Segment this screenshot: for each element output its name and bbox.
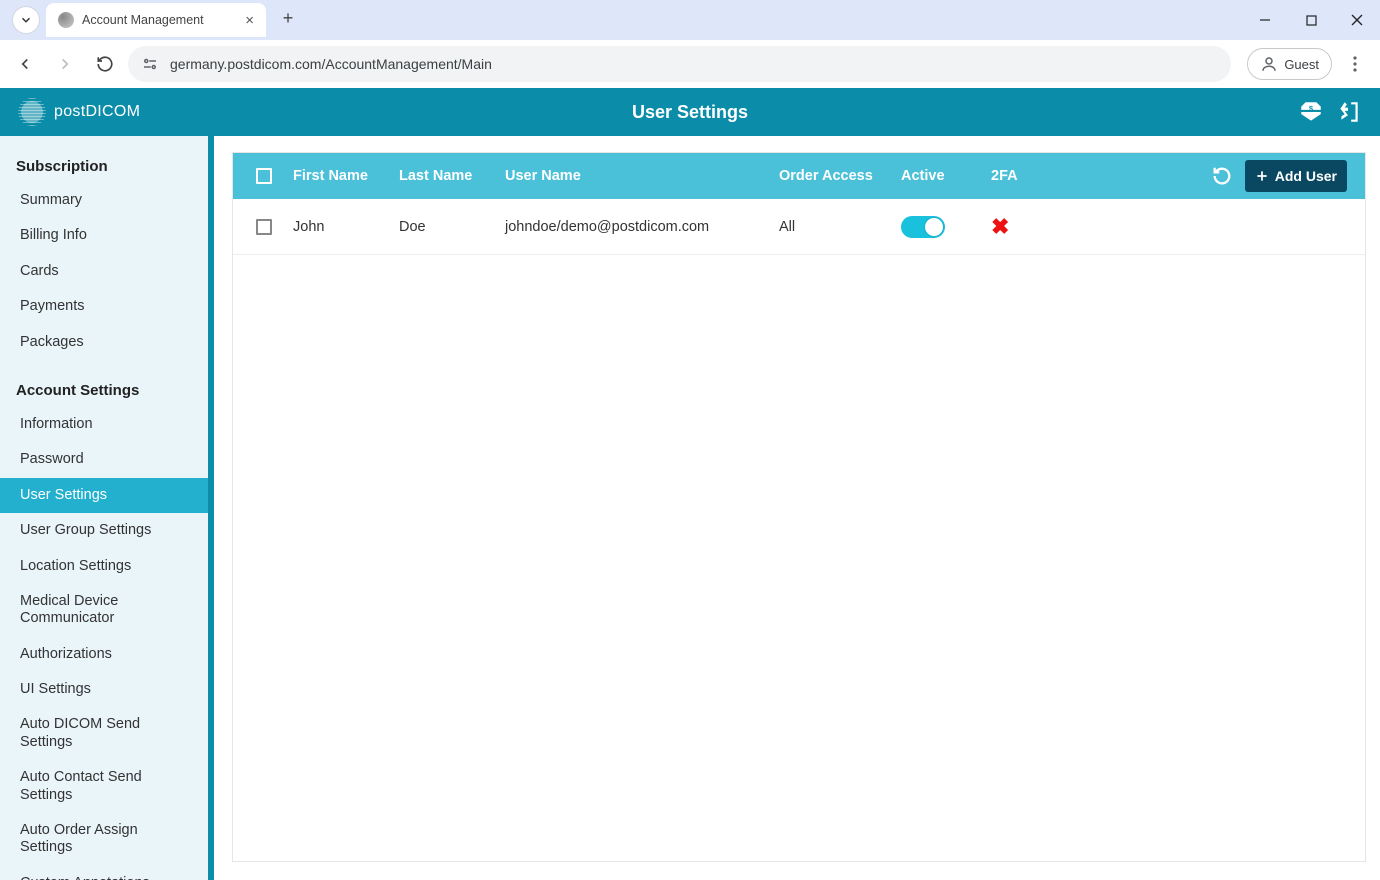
billing-icon[interactable]: $	[1298, 99, 1324, 125]
profile-chip[interactable]: Guest	[1247, 48, 1332, 80]
tab-strip-left: Account Management × +	[6, 0, 302, 40]
page-title: User Settings	[632, 102, 748, 123]
brand-logo[interactable]: postDICOM	[18, 98, 140, 126]
window-controls	[1242, 0, 1380, 40]
nav-reload-button[interactable]	[88, 47, 122, 81]
sidebar-item-user-group-settings[interactable]: User Group Settings	[0, 513, 214, 548]
browser-toolbar: germany.postdicom.com/AccountManagement/…	[0, 40, 1380, 88]
browser-tab[interactable]: Account Management ×	[46, 3, 266, 37]
tab-search-button[interactable]	[12, 6, 40, 34]
x-icon: ✖	[991, 214, 1075, 240]
cell-user-name: johndoe/demo@postdicom.com	[497, 219, 771, 235]
table-row[interactable]: JohnDoejohndoe/demo@postdicom.comAll ✖	[233, 199, 1365, 255]
table-header: First Name Last Name User Name Order Acc…	[233, 153, 1365, 199]
app-body: Subscription SummaryBilling InfoCardsPay…	[0, 136, 1380, 880]
app: postDICOM User Settings $ Subscription S…	[0, 88, 1380, 880]
sidebar-item-summary[interactable]: Summary	[0, 183, 214, 218]
sidebar-item-custom-annotations[interactable]: Custom Annotations	[0, 866, 214, 880]
sidebar-item-auto-dicom-send-settings[interactable]: Auto DICOM Send Settings	[0, 707, 214, 760]
active-toggle[interactable]	[901, 216, 945, 238]
sidebar-item-authorizations[interactable]: Authorizations	[0, 637, 214, 672]
refresh-button[interactable]	[1207, 161, 1237, 191]
address-bar[interactable]: germany.postdicom.com/AccountManagement/…	[128, 46, 1231, 82]
browser-chrome: Account Management × + germany.postdicom…	[0, 0, 1380, 88]
col-active[interactable]: Active	[893, 168, 983, 184]
window-close-button[interactable]	[1334, 0, 1380, 40]
col-first-name[interactable]: First Name	[285, 168, 391, 184]
add-user-button[interactable]: Add User	[1245, 160, 1347, 192]
cell-order-access: All	[771, 219, 893, 235]
brand-name: postDICOM	[54, 103, 140, 121]
tab-close-icon[interactable]: ×	[245, 13, 254, 28]
sidebar-item-payments[interactable]: Payments	[0, 289, 214, 324]
sidebar-item-location-settings[interactable]: Location Settings	[0, 549, 214, 584]
sidebar-item-password[interactable]: Password	[0, 442, 214, 477]
site-settings-icon[interactable]	[140, 54, 160, 74]
col-2fa[interactable]: 2FA	[983, 168, 1083, 184]
cell-active	[893, 216, 983, 238]
nav-back-button[interactable]	[8, 47, 42, 81]
sidebar: Subscription SummaryBilling InfoCardsPay…	[0, 136, 214, 880]
sidebar-item-medical-device-communicator[interactable]: Medical Device Communicator	[0, 584, 214, 637]
browser-menu-button[interactable]	[1338, 47, 1372, 81]
sidebar-item-packages[interactable]: Packages	[0, 325, 214, 360]
cell-first-name: John	[285, 219, 391, 235]
nav-forward-button[interactable]	[48, 47, 82, 81]
brand-logo-icon	[18, 98, 46, 126]
header-checkbox-cell	[243, 168, 285, 184]
add-user-label: Add User	[1275, 168, 1337, 184]
logout-icon[interactable]	[1336, 99, 1362, 125]
profile-label: Guest	[1284, 57, 1319, 72]
header-icons: $	[1298, 99, 1362, 125]
sidebar-item-auto-order-assign-settings[interactable]: Auto Order Assign Settings	[0, 813, 214, 866]
tab-title: Account Management	[82, 13, 237, 27]
col-user-name[interactable]: User Name	[497, 168, 771, 184]
cell-last-name: Doe	[391, 219, 497, 235]
sidebar-item-cards[interactable]: Cards	[0, 254, 214, 289]
header-actions: Add User	[1199, 160, 1355, 192]
sidebar-item-auto-contact-send-settings[interactable]: Auto Contact Send Settings	[0, 760, 214, 813]
cell-2fa: ✖	[983, 214, 1083, 240]
url-text: germany.postdicom.com/AccountManagement/…	[170, 56, 492, 72]
sidebar-section-subscription: Subscription	[0, 136, 214, 183]
users-panel: First Name Last Name User Name Order Acc…	[232, 152, 1366, 862]
new-tab-button[interactable]: +	[274, 5, 302, 33]
tab-strip: Account Management × +	[0, 0, 1380, 40]
select-all-checkbox[interactable]	[256, 168, 272, 184]
sidebar-item-user-settings[interactable]: User Settings	[0, 478, 214, 513]
window-maximize-button[interactable]	[1288, 0, 1334, 40]
sidebar-item-billing-info[interactable]: Billing Info	[0, 218, 214, 253]
sidebar-section-account-settings: Account Settings	[0, 360, 214, 407]
window-minimize-button[interactable]	[1242, 0, 1288, 40]
sidebar-item-information[interactable]: Information	[0, 407, 214, 442]
col-order-access[interactable]: Order Access	[771, 168, 893, 184]
col-last-name[interactable]: Last Name	[391, 168, 497, 184]
row-checkbox-cell	[243, 219, 285, 235]
app-header: postDICOM User Settings $	[0, 88, 1380, 136]
row-checkbox[interactable]	[256, 219, 272, 235]
content-area: First Name Last Name User Name Order Acc…	[214, 136, 1380, 880]
tab-favicon	[58, 12, 74, 28]
sidebar-scrollbar[interactable]	[208, 136, 214, 880]
sidebar-item-ui-settings[interactable]: UI Settings	[0, 672, 214, 707]
